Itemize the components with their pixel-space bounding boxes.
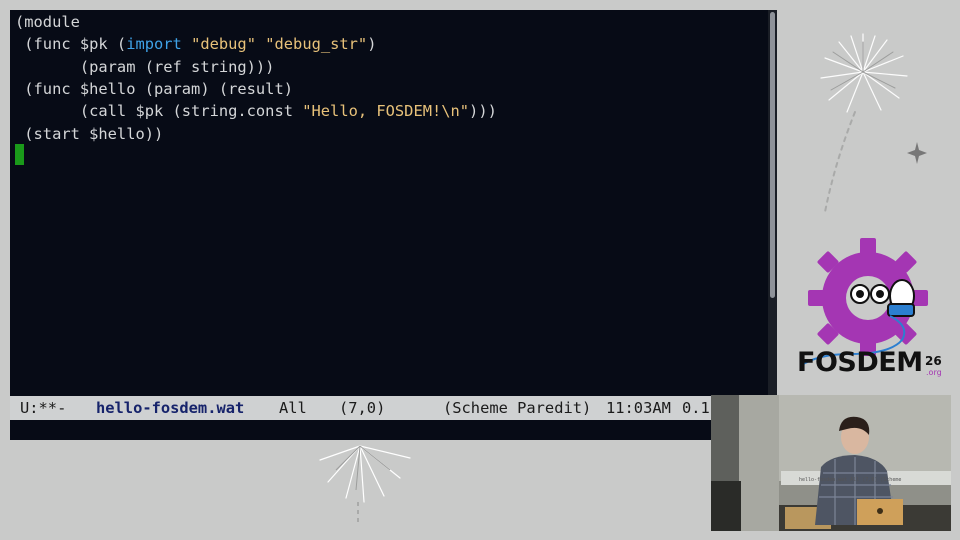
code-line[interactable]: (start $hello)) [15,123,163,145]
code-editor[interactable]: (module (func $pk (import "debug" "debug… [10,10,768,396]
buffer-position: All [279,399,307,417]
mode-line: U:**- hello-fosdem.wat All (7,0) (Scheme… [10,396,777,420]
major-modes[interactable]: (Scheme Paredit) [443,396,591,420]
code-token: (start $hello)) [15,124,164,143]
fosdem-org: .org [926,368,942,377]
code-token: ))) [469,102,497,121]
code-line[interactable]: (func $pk (import "debug" "debug_str") [15,33,376,55]
string-token: "debug" [191,35,256,54]
text-cursor [15,144,24,165]
buffer-status: U:**- [20,399,67,417]
string-token: "Hello, FOSDEM!\n" [302,102,470,121]
fireworks-decoration-bottom [319,445,411,522]
code-token: ) [367,35,377,54]
fosdem-wordmark: FOSDEM [797,347,923,378]
code-line[interactable]: (module [15,11,80,33]
fireworks-decoration [820,33,927,213]
keyword-token: import [126,35,182,54]
code-token: (call $pk (string.const [15,102,303,121]
scrollbar[interactable] [768,10,777,396]
code-token: (func $pk ( [15,35,127,54]
code-token: (param (ref string))) [15,57,275,76]
scrollbar-thumb[interactable] [770,12,775,298]
code-line[interactable]: (param (ref string))) [15,56,275,78]
minibuffer[interactable] [10,420,777,440]
code-token: (func $hello (param) (result) [15,79,293,98]
emacs-window[interactable]: (module (func $pk (import "debug" "debug… [10,10,777,440]
camera-scene: hello-fosdem.wat All (7,0) (Scheme [711,395,951,531]
fosdem-year: 26 [925,354,942,368]
code-line[interactable]: (call $pk (string.const "Hello, FOSDEM!\… [15,100,497,122]
buffer-name[interactable]: hello-fosdem.wat [96,396,244,420]
clock: 11:03AM [606,399,671,417]
speaker-camera-feed: hello-fosdem.wat All (7,0) (Scheme [711,395,951,531]
load-average: 0.1 [682,399,710,417]
code-token: (module [15,13,80,31]
code-line[interactable]: (func $hello (param) (result) [15,78,293,100]
line-column: (7,0) [339,399,386,417]
string-token: "debug_str" [265,35,368,54]
camera-screen-text: hello-fosdem.wat All (7,0) (Scheme [799,477,901,483]
